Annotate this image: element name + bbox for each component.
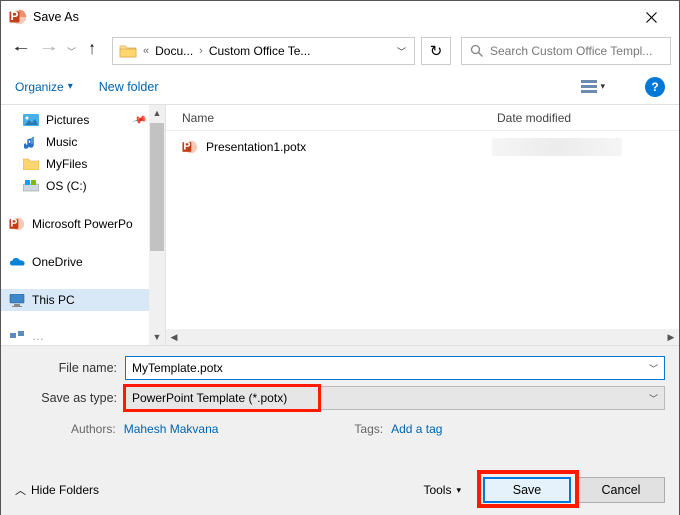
sidebar-item-myfiles[interactable]: MyFiles	[1, 153, 165, 175]
cancel-button[interactable]: Cancel	[577, 477, 665, 503]
onedrive-icon	[9, 255, 25, 269]
sidebar-item-onedrive[interactable]: OneDrive	[1, 251, 165, 273]
sidebar-scrollbar[interactable]: ▲ ▼	[149, 105, 165, 345]
newfolder-button[interactable]: New folder	[99, 80, 159, 94]
breadcrumb-seg[interactable]: Docu...	[155, 44, 193, 58]
chevron-right-icon[interactable]: ›	[197, 45, 205, 57]
search-icon	[470, 44, 484, 58]
sidebar-item-music[interactable]: Music	[1, 131, 165, 153]
authors-value[interactable]: Mahesh Makvana	[124, 422, 219, 436]
scroll-up-icon[interactable]: ▲	[149, 105, 165, 121]
powerpoint-icon: P	[9, 8, 27, 26]
chevron-down-icon[interactable]: ﹀	[649, 392, 658, 405]
help-button[interactable]: ?	[645, 77, 665, 97]
chevron-down-icon[interactable]: ﹀	[649, 362, 658, 375]
folder-icon	[119, 44, 137, 59]
svg-text:P: P	[10, 218, 17, 230]
folder-icon	[23, 157, 39, 171]
sidebar-item-powerpoint[interactable]: P Microsoft PowerPo	[1, 213, 165, 235]
potx-file-icon: P	[182, 139, 198, 155]
history-dropdown[interactable]: ﹀	[67, 45, 76, 58]
file-row[interactable]: P Presentation1.potx	[166, 135, 679, 159]
chevron-right-icon[interactable]: «	[141, 45, 151, 57]
view-button[interactable]: ▾	[581, 80, 605, 94]
file-name: Presentation1.potx	[206, 140, 306, 154]
search-placeholder: Search Custom Office Templ...	[490, 44, 652, 58]
network-icon	[9, 329, 25, 343]
column-header-date[interactable]: Date modified	[497, 111, 571, 125]
powerpoint-icon: P	[9, 217, 25, 231]
window-title: Save As	[33, 10, 79, 24]
hidefolders-button[interactable]: ︿Hide Folders	[15, 482, 99, 498]
up-button[interactable]: 🠑	[82, 41, 102, 61]
address-dropdown[interactable]: ﹀	[397, 45, 406, 58]
sidebar-item-pictures[interactable]: Pictures 📌	[1, 109, 165, 131]
pin-icon: 📌	[131, 112, 147, 128]
column-header-name[interactable]: Name	[182, 111, 497, 125]
tags-label: Tags:	[354, 422, 383, 436]
scroll-thumb[interactable]	[150, 123, 164, 251]
refresh-button[interactable]: ↻	[421, 37, 451, 65]
savetype-select[interactable]: PowerPoint Template (*.potx) ﹀	[125, 386, 665, 410]
svg-text:P: P	[10, 9, 18, 23]
sidebar-tree[interactable]: ▲ ▼ Pictures 📌 Music MyFiles OS (C:)	[1, 105, 166, 345]
savetype-label: Save as type:	[15, 391, 125, 405]
svg-text:P: P	[183, 141, 190, 153]
date-modified-redacted	[492, 138, 622, 156]
drive-icon	[23, 179, 39, 193]
sidebar-item-thispc[interactable]: This PC	[1, 289, 165, 311]
save-button[interactable]: Save	[483, 477, 571, 503]
search-input[interactable]: Search Custom Office Templ...	[461, 37, 671, 65]
close-button[interactable]	[631, 3, 671, 31]
scroll-down-icon[interactable]: ▼	[149, 329, 165, 345]
filename-input[interactable]: MyTemplate.potx ﹀	[125, 356, 665, 380]
pictures-icon	[23, 113, 39, 127]
sidebar-item-more[interactable]: …	[1, 325, 165, 345]
tools-button[interactable]: Tools▾	[423, 483, 461, 497]
breadcrumb-seg[interactable]: Custom Office Te...	[209, 44, 311, 58]
authors-label: Authors:	[71, 422, 116, 436]
thispc-icon	[9, 293, 25, 307]
organize-button[interactable]: Organize▾	[15, 80, 73, 94]
address-bar[interactable]: « Docu... › Custom Office Te... ﹀	[112, 37, 415, 65]
filename-label: File name:	[15, 361, 125, 375]
tags-value[interactable]: Add a tag	[391, 422, 442, 436]
file-hscrollbar[interactable]: ◀ ▶	[166, 329, 679, 345]
forward-button: 🠒	[37, 39, 61, 63]
scroll-right-icon[interactable]: ▶	[663, 329, 679, 345]
sidebar-item-os[interactable]: OS (C:)	[1, 175, 165, 197]
scroll-left-icon[interactable]: ◀	[166, 329, 182, 345]
back-button[interactable]: 🠐	[9, 39, 33, 63]
music-icon	[23, 135, 39, 149]
